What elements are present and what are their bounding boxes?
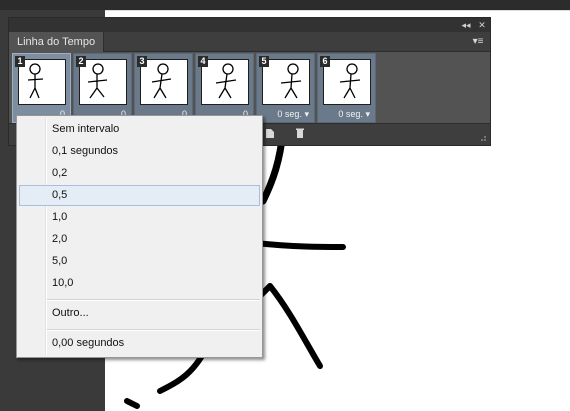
dropdown-arrow-icon: ▾	[304, 109, 309, 119]
frame-thumbnail	[262, 59, 310, 105]
frame-5[interactable]: 5 0 seg. ▾	[256, 53, 315, 123]
resize-grip-icon[interactable]	[478, 133, 487, 142]
frame-6[interactable]: 6 0 seg. ▾	[317, 53, 376, 123]
frame-1[interactable]: 1 0	[12, 53, 71, 123]
menu-item-0-1[interactable]: 0,1 segundos	[19, 141, 260, 162]
frame-delay-dropdown[interactable]: 0 seg. ▾	[318, 108, 375, 120]
menu-item-0-5[interactable]: 0,5	[19, 185, 260, 206]
delay-context-menu: Sem intervalo 0,1 segundos 0,2 0,5 1,0 2…	[16, 115, 263, 358]
frame-number: 4	[198, 56, 208, 67]
frame-thumbnail	[201, 59, 249, 105]
menu-item-1-0[interactable]: 1,0	[19, 207, 260, 228]
frame-number: 3	[137, 56, 147, 67]
frame-4[interactable]: 4 0	[195, 53, 254, 123]
trash-icon[interactable]	[291, 127, 309, 142]
menu-separator	[47, 329, 260, 331]
frame-delay: 0 seg.	[338, 109, 363, 119]
frame-thumbnail	[79, 59, 127, 105]
menu-item-10-0[interactable]: 10,0	[19, 273, 260, 294]
frame-number: 1	[15, 56, 25, 67]
frame-thumbnail	[323, 59, 371, 105]
menu-item-no-delay[interactable]: Sem intervalo	[19, 119, 260, 140]
menu-separator	[47, 299, 260, 301]
menu-item-0-2[interactable]: 0,2	[19, 163, 260, 184]
frame-3[interactable]: 3 0	[134, 53, 193, 123]
frame-number: 2	[76, 56, 86, 67]
dropdown-arrow-icon: ▾	[365, 109, 370, 119]
menu-item-2-0[interactable]: 2,0	[19, 229, 260, 250]
panel-titlebar: ◂◂ ✕	[9, 18, 490, 32]
frame-number: 5	[259, 56, 269, 67]
collapse-arrows-icon[interactable]: ◂◂	[460, 18, 472, 32]
tab-timeline[interactable]: Linha do Tempo	[9, 32, 105, 52]
top-bar	[0, 0, 570, 10]
panel-tab-bar: Linha do Tempo ▾≡	[9, 32, 490, 52]
close-icon[interactable]: ✕	[476, 18, 488, 32]
frame-thumbnail	[18, 59, 66, 105]
frame-delay: 0 seg.	[277, 109, 302, 119]
frame-2[interactable]: 2 0	[73, 53, 132, 123]
frame-number: 6	[320, 56, 330, 67]
menu-item-5-0[interactable]: 5,0	[19, 251, 260, 272]
menu-item-current-delay[interactable]: 0,00 segundos	[19, 333, 260, 354]
frames-strip: 1 0 2 0 3 0 4 0 5 0 seg. ▾ 6 0 seg. ▾	[9, 52, 490, 124]
frame-thumbnail	[140, 59, 188, 105]
menu-item-other[interactable]: Outro...	[19, 303, 260, 324]
new-frame-icon[interactable]	[261, 127, 279, 142]
panel-menu-icon[interactable]: ▾≡	[471, 36, 485, 48]
frame-delay-dropdown[interactable]: 0 seg. ▾	[257, 108, 314, 120]
